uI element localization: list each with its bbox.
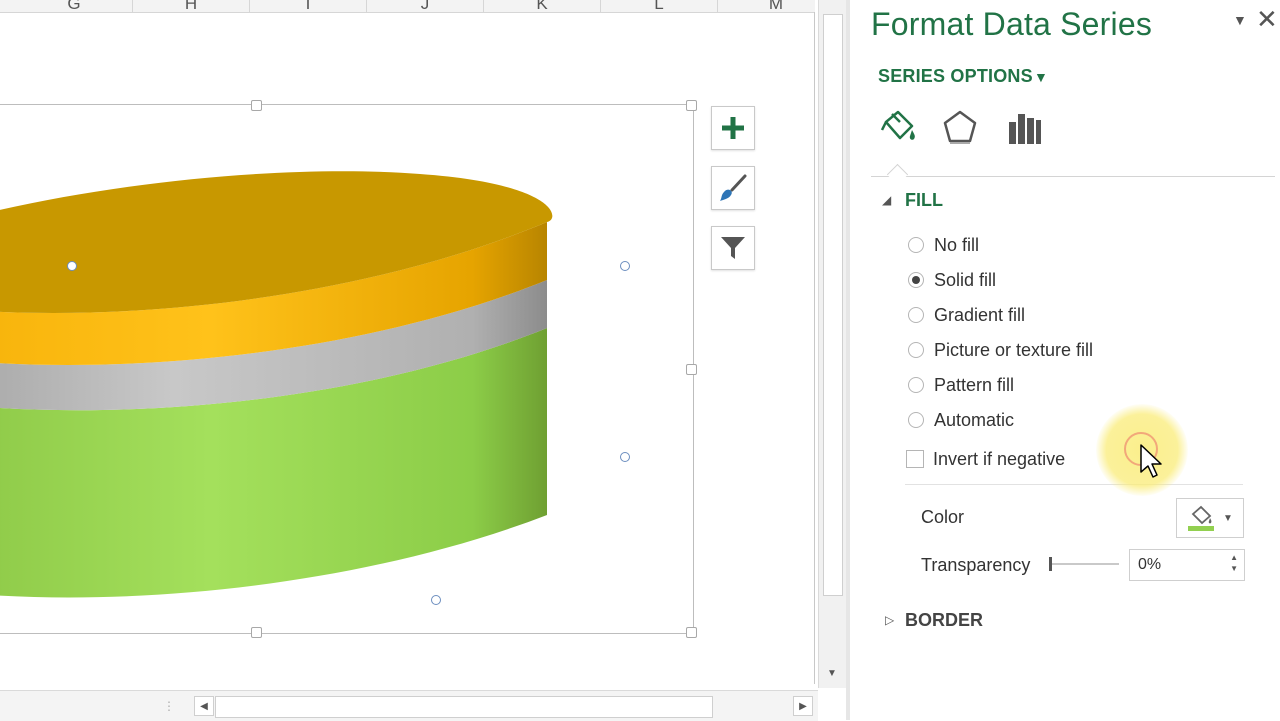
format-data-series-pane: Format Data Series ▼ ✕ SERIES OPTIONS ▼ … — [850, 0, 1280, 720]
grid-edge — [814, 12, 815, 684]
chevron-down-icon[interactable]: ▼ — [1034, 69, 1048, 85]
column-header-j[interactable]: J — [367, 0, 484, 12]
vertical-scrollbar[interactable]: ▼ — [818, 0, 847, 688]
invert-if-negative-label: Invert if negative — [933, 448, 1066, 469]
gradient-fill-label: Gradient fill — [934, 304, 1026, 325]
radio-icon[interactable] — [908, 307, 924, 323]
tab-divider — [871, 176, 1275, 177]
chart-resize-handle[interactable] — [251, 627, 262, 638]
series-selection-point[interactable] — [67, 261, 77, 271]
close-icon[interactable]: ✕ — [1256, 4, 1278, 35]
column-header-h[interactable]: H — [133, 0, 250, 12]
automatic-fill-label: Automatic — [934, 409, 1015, 430]
transparency-value[interactable]: 0% — [1138, 556, 1161, 574]
solid-fill-label: Solid fill — [934, 269, 997, 290]
paintbrush-icon — [720, 174, 747, 201]
effects-icon — [943, 110, 977, 144]
no-fill-label: No fill — [934, 234, 980, 255]
column-header-k[interactable]: K — [484, 0, 601, 12]
fill-line-icon — [880, 110, 915, 140]
scroll-down-arrow-icon[interactable]: ▼ — [823, 664, 841, 682]
section-expanded-icon[interactable]: ◢ — [882, 193, 891, 207]
series-selection-point[interactable] — [620, 452, 630, 462]
checkbox-icon[interactable] — [906, 450, 924, 468]
radio-icon[interactable] — [908, 342, 924, 358]
tab-effects[interactable] — [938, 106, 982, 150]
fill-section-heading[interactable]: FILL — [905, 190, 943, 211]
color-label: Color — [921, 507, 965, 527]
transparency-input[interactable]: 0% ▲ ▼ — [1129, 549, 1245, 581]
active-tab-pointer — [886, 163, 909, 186]
radio-icon[interactable] — [908, 237, 924, 253]
worksheet-area[interactable]: G H I J K L M — [0, 0, 818, 720]
horizontal-scrollbar[interactable]: ⋮ ◀ ▶ — [0, 690, 818, 721]
slider-thumb[interactable] — [1049, 557, 1052, 571]
no-fill-radio[interactable]: No fill — [908, 233, 979, 257]
scroll-right-arrow-icon[interactable]: ▶ — [793, 696, 813, 716]
section-separator — [905, 484, 1243, 485]
gradient-fill-radio[interactable]: Gradient fill — [908, 303, 1025, 327]
radio-selected-icon[interactable] — [908, 272, 924, 288]
chart-resize-handle[interactable] — [686, 364, 697, 375]
series-options-icon — [1009, 114, 1041, 144]
section-collapsed-icon[interactable]: ▷ — [885, 613, 894, 627]
cylinder-chart-plot[interactable] — [0, 160, 560, 620]
invert-if-negative-checkbox[interactable]: Invert if negative — [906, 447, 1065, 471]
scroll-left-arrow-icon[interactable]: ◀ — [194, 696, 214, 716]
filter-icon — [721, 237, 745, 259]
series-selection-point[interactable] — [431, 595, 441, 605]
radio-icon[interactable] — [908, 412, 924, 428]
picture-texture-fill-label: Picture or texture fill — [934, 339, 1094, 360]
tab-series-options[interactable] — [1001, 106, 1045, 150]
chart-resize-handle[interactable] — [251, 100, 262, 111]
column-header-g[interactable]: G — [16, 0, 133, 12]
chart-filters-button[interactable] — [711, 226, 755, 270]
paint-bucket-icon — [1188, 505, 1215, 531]
solid-fill-radio[interactable]: Solid fill — [908, 268, 996, 292]
radio-icon[interactable] — [908, 377, 924, 393]
tab-fill-line[interactable] — [876, 106, 920, 150]
pane-title: Format Data Series — [871, 6, 1153, 42]
series-selection-point[interactable] — [620, 261, 630, 271]
pane-options-dropdown-icon[interactable]: ▼ — [1233, 12, 1247, 28]
automatic-fill-radio[interactable]: Automatic — [908, 408, 1014, 432]
column-header-m[interactable]: M — [718, 0, 815, 12]
horizontal-scroll-thumb[interactable] — [215, 696, 713, 718]
column-header-i[interactable]: I — [250, 0, 367, 12]
fill-color-picker-button[interactable]: ▼ — [1176, 498, 1244, 538]
border-section-heading[interactable]: BORDER — [905, 610, 983, 631]
vertical-scroll-thumb[interactable] — [823, 14, 843, 596]
add-chart-element-button[interactable] — [711, 106, 755, 150]
sheet-tab-splitter[interactable]: ⋮ — [163, 699, 175, 713]
chart-resize-handle[interactable] — [686, 627, 697, 638]
picture-texture-fill-radio[interactable]: Picture or texture fill — [908, 338, 1093, 362]
chevron-down-icon[interactable]: ▼ — [1223, 513, 1233, 524]
column-header-l[interactable]: L — [601, 0, 718, 12]
transparency-label: Transparency — [921, 555, 1031, 575]
series-options-dropdown[interactable]: SERIES OPTIONS — [878, 66, 1033, 87]
mouse-pointer-icon — [1140, 444, 1162, 478]
transparency-slider[interactable] — [1049, 556, 1119, 572]
chart-styles-button[interactable] — [711, 166, 755, 210]
column-headers: G H I J K L M — [0, 0, 815, 13]
pattern-fill-radio[interactable]: Pattern fill — [908, 373, 1014, 397]
pattern-fill-label: Pattern fill — [934, 374, 1015, 395]
chart-resize-handle[interactable] — [686, 100, 697, 111]
plus-icon — [722, 117, 744, 139]
spinner-arrows-icon[interactable]: ▲ ▼ — [1230, 552, 1238, 574]
